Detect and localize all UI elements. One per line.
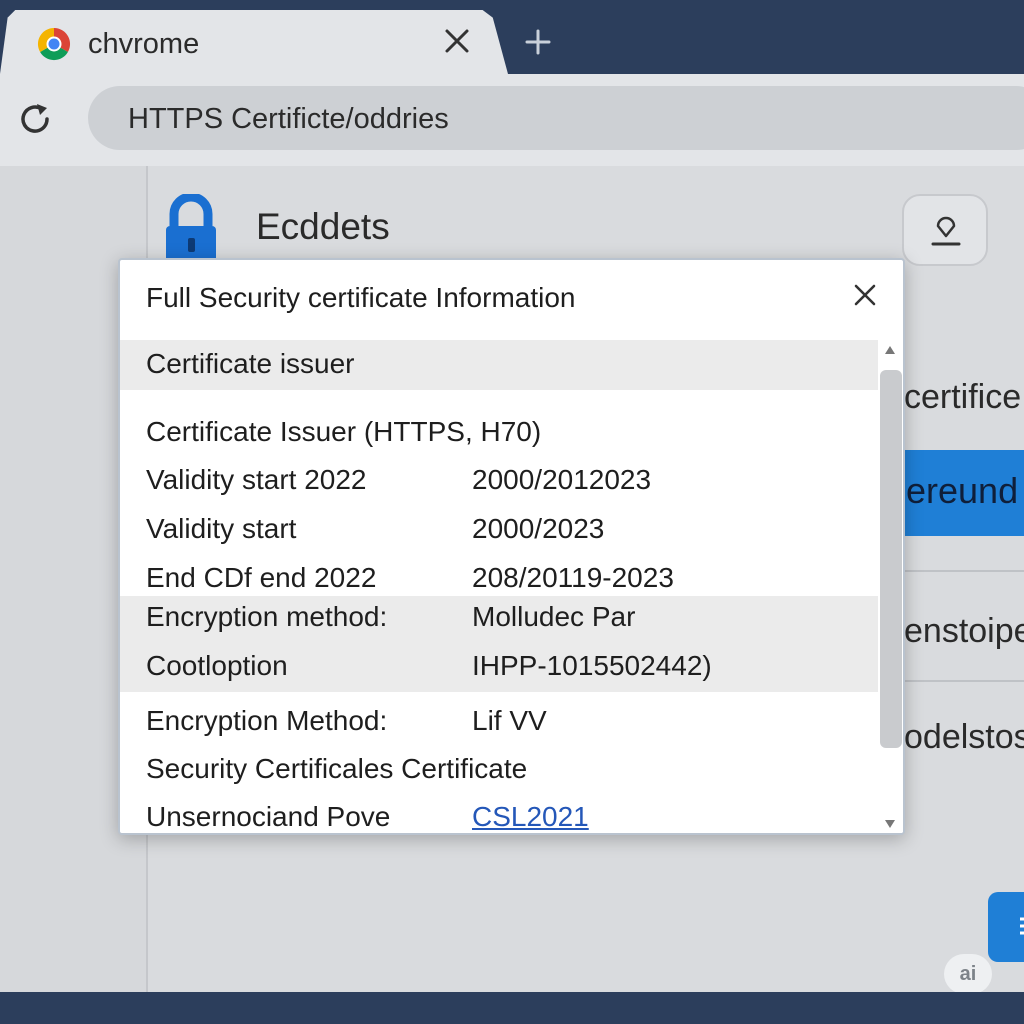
row-value: 2000/2023 <box>472 513 605 544</box>
row-label: Encryption Method: <box>146 705 388 736</box>
row-label: Security Certificales Certificate <box>146 753 528 784</box>
row-label: End CDf end 2022 <box>146 562 377 593</box>
row-label: Encryption method: <box>146 601 388 632</box>
close-icon[interactable] <box>442 26 472 56</box>
plus-icon[interactable] <box>522 26 554 58</box>
address-bar[interactable]: HTTPS Certificte/oddries <box>88 86 1024 150</box>
certificate-link[interactable]: CSL2021 <box>472 801 589 833</box>
background-item: certifice <box>904 378 1022 416</box>
dialog-body: Certificate issuer Certificate Issuer (H… <box>120 340 880 833</box>
table-row: Encryption Method: Lif VV <box>120 697 880 745</box>
table-row: Certificate Issuer (HTTPS, H70) <box>120 408 880 456</box>
download-button[interactable] <box>902 194 988 266</box>
row-value: Lif VV <box>472 705 547 736</box>
menu-icon <box>1020 917 1024 935</box>
triangle-up-icon[interactable] <box>885 346 895 354</box>
ai-badge: ai <box>944 954 992 994</box>
table-row: Validity start 2000/2023 <box>120 505 880 553</box>
download-icon <box>931 216 961 246</box>
background-item: enstoipe <box>904 612 1024 650</box>
row-label: Certificate Issuer (HTTPS, H70) <box>146 416 542 447</box>
floating-action-button[interactable] <box>988 892 1024 962</box>
table-row: End CDf end 2022 208/20119-2023 <box>120 554 880 602</box>
row-value: Molludec Par <box>472 601 636 632</box>
section-header: Certificate issuer <box>120 340 880 390</box>
row-label: Unsernociand Pove <box>146 801 391 832</box>
scrollbar-thumb[interactable] <box>880 370 902 748</box>
dialog-title: Full Security certificate Information <box>146 282 576 313</box>
section-header-label: Certificate issuer <box>146 348 355 379</box>
triangle-down-icon[interactable] <box>885 820 895 828</box>
row-label: Validity start 2022 <box>146 464 367 495</box>
row-label: Cootloption <box>146 650 288 681</box>
row-value: 208/20119-2023 <box>472 562 674 593</box>
tab-strip: chvrome <box>0 0 1024 74</box>
address-bar-text: HTTPS Certificte/oddries <box>128 103 449 135</box>
divider <box>902 570 1024 572</box>
certificate-dialog: Full Security certificate Information Ce… <box>118 258 905 835</box>
row-value: IHPP-1015502442) <box>472 650 712 681</box>
scrollbar[interactable] <box>878 340 903 833</box>
bottom-frame <box>0 992 1024 1024</box>
close-icon[interactable] <box>850 280 880 310</box>
page-heading: Ecddets <box>256 206 390 247</box>
reload-icon[interactable] <box>16 100 54 138</box>
table-row: Unsernociand Pove CSL2021 <box>120 793 880 833</box>
background-item: odelstos <box>904 718 1024 756</box>
tab-title: chvrome <box>88 28 200 60</box>
chrome-logo-icon <box>37 27 71 61</box>
browser-tab[interactable] <box>0 10 508 74</box>
background-button-label: ereund <box>906 470 1019 511</box>
row-value: 2000/2012023 <box>472 464 652 495</box>
table-row: Validity start 2022 2000/2012023 <box>120 456 880 504</box>
table-row-group: Encryption method: Molludec Par Cootlopt… <box>120 596 880 692</box>
lock-icon <box>166 194 216 264</box>
table-row: Security Certificales Certificate <box>120 745 880 793</box>
divider <box>902 680 1024 682</box>
background-button[interactable]: ereund <box>902 450 1024 536</box>
row-label: Validity start <box>146 513 297 544</box>
